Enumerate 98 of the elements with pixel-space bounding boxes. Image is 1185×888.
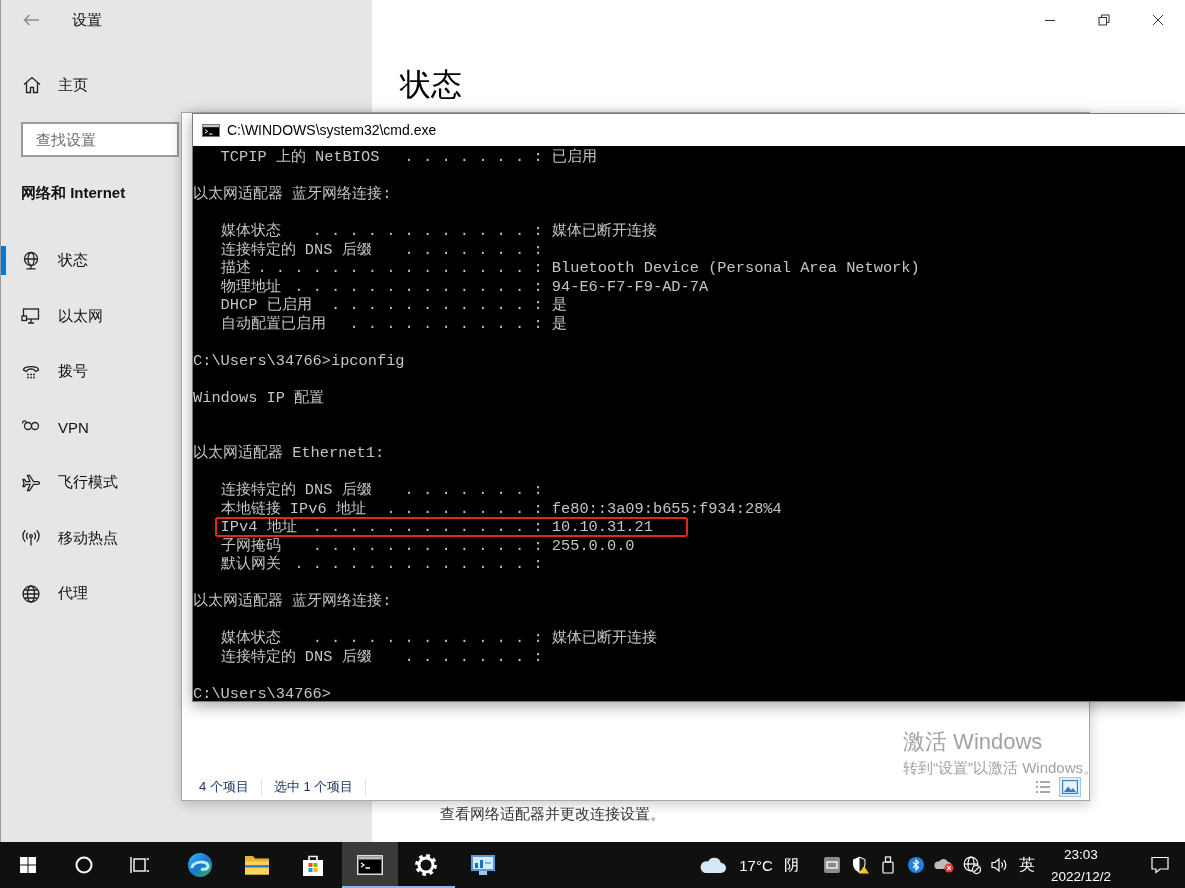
dot-leader: . . . . . . . . . . . . . : [294,555,543,574]
dot-leader: . . . . . . . . . . . . : [312,518,543,537]
monitor-icon [21,306,41,327]
bluetooth-icon[interactable] [908,857,924,873]
activation-text: 转到“设置”以激活 Windows。 [903,758,1098,777]
app-tile-icon[interactable] [824,857,840,873]
field-value: 已启用 [551,148,597,167]
field-value: 10.10.31.21 [551,518,653,537]
window-title: 设置 [72,10,102,30]
console-line: C:\Users\34766>ipconfig [193,351,405,370]
cloud-icon[interactable] [699,855,727,875]
dot-leader: . . . . . . . : [404,481,543,500]
field-label: 连接特定的 DNS 后缀 [220,240,372,259]
field-label: 连接特定的 DNS 后缀 [220,481,372,500]
message-bubble-icon[interactable] [1151,856,1169,874]
nav-item[interactable]: 飞行模式 [1,455,130,511]
shield-warning-icon[interactable] [851,856,869,874]
section-title: 网络和 Internet [21,183,126,203]
console-line: 以太网适配器 蓝牙网络连接: [193,592,392,611]
nav-item[interactable]: 状态 [1,233,100,289]
restore-icon [1098,14,1110,26]
dot-leader: . . . . . . . . . . . : [331,296,543,315]
clock-date[interactable]: 2022/12/2 [1050,866,1112,888]
console-line: 以太网适配器 Ethernet1: [193,444,385,463]
antenna-icon [21,528,41,549]
globe-icon [21,583,41,604]
nav-item[interactable]: 拨号 [1,344,100,400]
search-field[interactable]: 查找设置 [21,122,179,157]
list-icon [1035,780,1051,794]
task-view-icon [130,856,150,874]
nav-item[interactable]: VPN [1,399,101,455]
dot-leader: . . . . . . . : [404,148,543,167]
activation-title: 激活 Windows [903,729,1044,755]
console-line: Windows IP 配置 [193,388,325,407]
dot-leader: . . . . . . . . . . . . : [312,222,543,241]
field-value: fe80::3a09:b655:f934:28%4 [551,499,782,518]
window-title: C:\WINDOWS\system32\cmd.exe [227,122,437,138]
field-label: TCPIP 上的 NetBIOS [220,148,380,167]
field-value: Bluetooth Device (Personal Area Network) [551,259,920,278]
field-label: 描述 [220,259,251,278]
dot-leader: . . . . . . . . : [386,499,543,518]
monitor-chart-icon [469,854,496,876]
dot-leader: . . . . . . . . . . . . . . . : [257,259,543,278]
globe-monitor-icon [21,250,41,271]
field-label: DHCP 已启用 [220,296,312,315]
field-value: 媒体已断开连接 [551,629,657,648]
cloud-error-icon[interactable] [934,857,954,873]
taskbar-app-button[interactable] [341,842,398,888]
view-toggle-button[interactable] [1059,777,1081,797]
field-value: 媒体已断开连接 [551,222,657,241]
field-label: 本地链接 IPv6 地址 [220,499,366,518]
weather-condition[interactable]: 阴 [782,855,800,875]
console-line: 以太网适配器 蓝牙网络连接: [193,185,392,204]
field-label: 子网掩码 [220,536,281,555]
nav-item[interactable]: 代理 [1,566,100,622]
dot-leader: . . . . . . . . . . . . : [312,629,543,648]
usb-drive-icon[interactable] [882,856,894,874]
field-label: 默认网关 [220,555,281,574]
field-value: 是 [551,314,567,333]
page-title: 状态 [400,66,462,104]
field-value: 是 [551,296,567,315]
field-label: 媒体状态 [220,629,281,648]
airplane-icon [21,472,41,493]
field-label: IPv4 地址 [220,518,297,537]
dot-leader: . . . . . . . : [404,240,543,259]
weather-temperature[interactable]: 17°C [735,856,777,874]
clock-time[interactable]: 23:03 [1064,844,1098,866]
terminal-icon [356,855,383,875]
swirl-icon [187,852,214,878]
dot-leader: . . . . . . . : [404,647,543,666]
folder-icon [243,854,270,876]
console-line: C:\Users\34766> [193,684,331,703]
nav-item[interactable]: 移动热点 [1,510,130,566]
dot-leader: . . . . . . . . . . . . . : [294,277,543,296]
status-text: 4 个项目 [199,778,249,796]
console-icon [202,123,220,137]
status-text: 选中 1 个项目 [273,778,354,796]
field-label: 自动配置已启用 [220,314,326,333]
globe-blocked-icon[interactable] [963,856,981,874]
field-value: 255.0.0.0 [551,536,635,555]
dot-leader: . . . . . . . . . . : [349,314,543,333]
home-link[interactable]: 主页 [1,67,98,103]
field-label: 媒体状态 [220,222,281,241]
close-icon [1152,14,1164,26]
field-label: 连接特定的 DNS 后缀 [220,647,372,666]
field-label: 物理地址 [220,277,281,296]
windows-logo-icon [20,857,36,873]
picture-icon [1062,780,1078,794]
gear-icon [414,853,439,877]
description-text: 查看网络适配器并更改连接设置。 [440,805,665,824]
field-value: 94-E6-F7-F9-AD-7A [551,277,709,296]
dot-leader: . . . . . . . . . . . . : [312,536,543,555]
input-method-indicator[interactable]: 英 [1014,854,1040,876]
shopping-bag-icon [301,853,326,877]
home-icon [22,75,42,95]
speaker-icon[interactable] [991,857,1009,873]
nav-item[interactable]: 以太网 [1,288,115,344]
ring-icon [75,856,93,874]
